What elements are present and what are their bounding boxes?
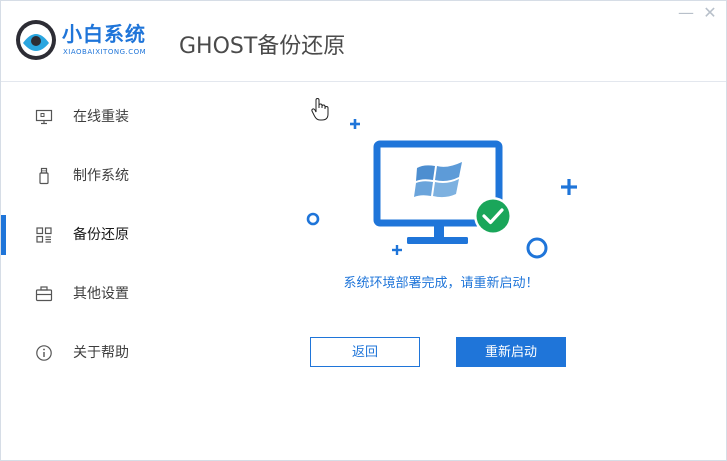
restart-illustration — [306, 119, 577, 259]
success-check-icon — [474, 197, 512, 235]
app-window: 小白系统 XIAOBAIXITONG.COM GHOST备份还原 — ✕ 在线重… — [0, 0, 727, 461]
logo-icon — [16, 20, 56, 60]
backup-grid-icon — [36, 227, 52, 243]
info-icon — [36, 345, 52, 361]
circle-decoration-icon — [526, 237, 548, 259]
usb-icon — [39, 167, 49, 185]
sidebar-item-label: 关于帮助 — [73, 345, 129, 361]
plus-decoration-icon — [350, 119, 360, 129]
plus-decoration-icon — [561, 179, 577, 195]
sidebar-item-other-settings[interactable]: 其他设置 — [1, 274, 181, 314]
sidebar-item-make-system[interactable]: 制作系统 — [1, 156, 181, 196]
plus-decoration-icon — [392, 245, 402, 255]
brand-subtitle: XIAOBAIXITONG.COM — [63, 48, 147, 56]
sidebar-item-label: 其他设置 — [73, 286, 129, 302]
status-message: 系统环境部署完成，请重新启动！ — [343, 276, 539, 291]
back-button[interactable]: 返回 — [310, 337, 420, 367]
sidebar-item-backup-restore[interactable]: 备份还原 — [1, 215, 181, 255]
sidebar-item-label: 制作系统 — [73, 168, 129, 184]
close-button[interactable]: ✕ — [699, 3, 721, 23]
sidebar: 在线重装 制作系统 备份还原 其他设置 关于帮助 — [1, 82, 181, 460]
briefcase-icon — [35, 286, 53, 302]
minimize-button[interactable]: — — [675, 3, 697, 23]
sidebar-item-online-reinstall[interactable]: 在线重装 — [1, 97, 181, 137]
sidebar-item-about-help[interactable]: 关于帮助 — [1, 333, 181, 373]
monitor-icon — [35, 109, 53, 125]
page-title: GHOST备份还原 — [179, 34, 346, 59]
sidebar-item-label: 备份还原 — [73, 227, 129, 243]
brand-name: 小白系统 — [62, 22, 146, 46]
header: 小白系统 XIAOBAIXITONG.COM GHOST备份还原 — ✕ — [1, 1, 726, 82]
restart-button[interactable]: 重新启动 — [456, 337, 566, 367]
sidebar-item-label: 在线重装 — [73, 109, 129, 125]
circle-decoration-icon — [306, 212, 320, 226]
